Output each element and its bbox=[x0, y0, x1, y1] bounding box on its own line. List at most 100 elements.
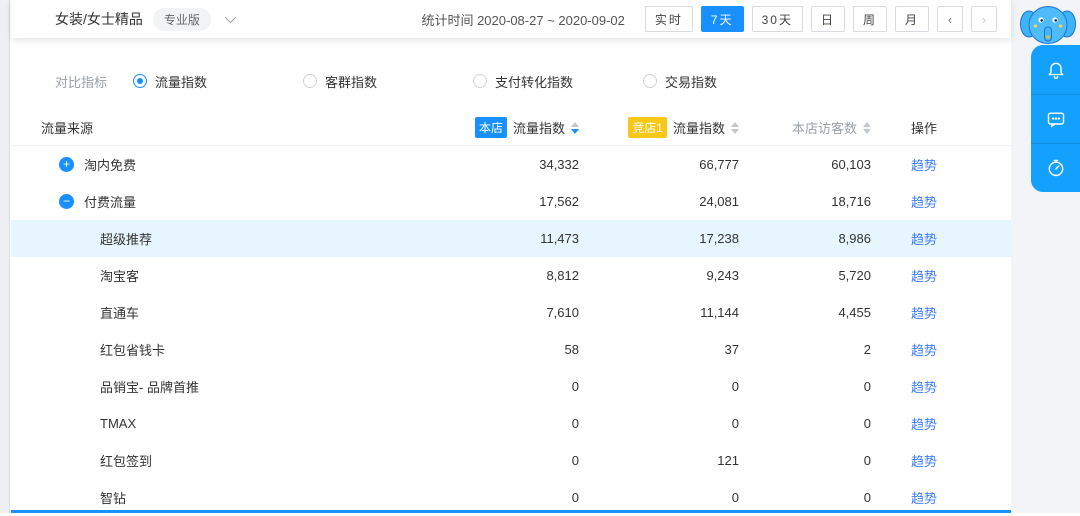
notification-bell-button[interactable] bbox=[1031, 45, 1080, 94]
column-action: 操作 bbox=[871, 118, 1011, 137]
trend-link[interactable]: 趋势 bbox=[911, 195, 937, 210]
page-left-gutter bbox=[0, 0, 10, 513]
source-name-cell: 淘内免费 bbox=[11, 155, 459, 174]
table-row: 付费流量 17,562 24,081 18,716 趋势 bbox=[11, 183, 1011, 220]
trend-link[interactable]: 趋势 bbox=[911, 269, 937, 284]
traffic-compare-panel: 对比指标 流量指数 客群指数 支付转化指数 交易指数 流量来源 bbox=[11, 38, 1011, 513]
source-name-cell: 直通车 bbox=[11, 303, 459, 322]
table-row: 淘内免费 34,332 66,777 60,103 趋势 bbox=[11, 146, 1011, 183]
metric-filter-row: 对比指标 流量指数 客群指数 支付转化指数 交易指数 bbox=[11, 52, 1011, 110]
visitors-value: 8,986 bbox=[739, 231, 871, 246]
table-row: 超级推荐 11,473 17,238 8,986 趋势 bbox=[11, 220, 1011, 257]
right-sidebar-area bbox=[1011, 0, 1080, 513]
category-title: 女装/女士精品 bbox=[55, 9, 143, 29]
metric-radio-option[interactable]: 流量指数 bbox=[133, 72, 245, 91]
action-cell: 趋势 bbox=[871, 229, 1011, 248]
prev-period-button[interactable]: ‹ bbox=[937, 6, 963, 32]
rival-index-value: 121 bbox=[579, 453, 739, 468]
source-name-cell: 智钻 bbox=[11, 488, 459, 507]
message-chat-button[interactable] bbox=[1031, 94, 1080, 143]
visitors-value: 18,716 bbox=[739, 194, 871, 209]
date-range-button[interactable]: 日 bbox=[811, 6, 845, 32]
bell-icon bbox=[1046, 60, 1066, 80]
own-index-value: 0 bbox=[459, 379, 579, 394]
source-name-cell: 品销宝- 品牌首推 bbox=[11, 377, 459, 396]
radio-icon bbox=[473, 74, 487, 88]
trend-link[interactable]: 趋势 bbox=[911, 454, 937, 469]
sort-icon[interactable] bbox=[863, 122, 871, 134]
date-range-switcher: 实时 7天 30天 日 周 月 ‹ › bbox=[645, 6, 997, 32]
trend-link[interactable]: 趋势 bbox=[911, 306, 937, 321]
own-index-label: 流量指数 bbox=[513, 118, 565, 137]
action-cell: 趋势 bbox=[871, 340, 1011, 359]
topbar: 女装/女士精品 专业版 统计时间 2020-08-27 ~ 2020-09-02… bbox=[11, 0, 1011, 38]
date-range-button[interactable]: 7天 bbox=[701, 6, 744, 32]
own-index-value: 0 bbox=[459, 490, 579, 505]
next-period-button[interactable]: › bbox=[971, 6, 997, 32]
radio-icon bbox=[303, 74, 317, 88]
stat-time-label: 统计时间 bbox=[421, 13, 473, 28]
action-cell: 趋势 bbox=[871, 155, 1011, 174]
source-name: 付费流量 bbox=[84, 192, 136, 211]
radio-label: 客群指数 bbox=[325, 72, 377, 91]
rival-index-value: 9,243 bbox=[579, 268, 739, 283]
rival-index-value: 11,144 bbox=[579, 305, 739, 320]
source-name-cell: 超级推荐 bbox=[11, 229, 459, 248]
table-row: 红包省钱卡 58 37 2 趋势 bbox=[11, 331, 1011, 368]
sort-icon[interactable] bbox=[731, 122, 739, 134]
source-name: 品销宝- 品牌首推 bbox=[100, 377, 199, 396]
metric-radio-option[interactable]: 客群指数 bbox=[303, 72, 415, 91]
stat-time: 统计时间 2020-08-27 ~ 2020-09-02 bbox=[421, 10, 624, 29]
metric-radio-option[interactable]: 支付转化指数 bbox=[473, 72, 585, 91]
table-row: TMAX 0 0 0 趋势 bbox=[11, 405, 1011, 442]
action-cell: 趋势 bbox=[871, 377, 1011, 396]
trend-link[interactable]: 趋势 bbox=[911, 343, 937, 358]
chevron-down-icon[interactable] bbox=[225, 12, 236, 23]
table-row: 直通车 7,610 11,144 4,455 趋势 bbox=[11, 294, 1011, 331]
action-cell: 趋势 bbox=[871, 451, 1011, 470]
radio-label: 支付转化指数 bbox=[495, 72, 573, 91]
date-range-button[interactable]: 实时 bbox=[645, 6, 693, 32]
table-header-row: 流量来源 本店 流量指数 竞店1 流量指数 本店访客数 操作 bbox=[11, 110, 1011, 146]
expand-toggle-icon[interactable] bbox=[59, 194, 74, 209]
table-row: 淘宝客 8,812 9,243 5,720 趋势 bbox=[11, 257, 1011, 294]
rival-index-value: 0 bbox=[579, 416, 739, 431]
trend-link[interactable]: 趋势 bbox=[911, 380, 937, 395]
source-name-cell: TMAX bbox=[11, 416, 459, 431]
column-visitors: 本店访客数 bbox=[739, 118, 871, 137]
date-range-button[interactable]: 周 bbox=[853, 6, 887, 32]
visitors-value: 0 bbox=[739, 379, 871, 394]
own-index-value: 7,610 bbox=[459, 305, 579, 320]
expand-toggle-icon[interactable] bbox=[59, 157, 74, 172]
trend-link[interactable]: 趋势 bbox=[911, 232, 937, 247]
sort-icon[interactable] bbox=[571, 122, 579, 134]
date-range-button[interactable]: 月 bbox=[895, 6, 929, 32]
visitors-value: 0 bbox=[739, 416, 871, 431]
metric-radio-option[interactable]: 交易指数 bbox=[643, 72, 755, 91]
source-name: TMAX bbox=[100, 416, 136, 431]
mascot-elephant-icon[interactable] bbox=[1020, 1, 1076, 47]
visitors-value: 5,720 bbox=[739, 268, 871, 283]
rival-index-value: 37 bbox=[579, 342, 739, 357]
floating-toolbar bbox=[1031, 45, 1080, 192]
rival-index-label: 流量指数 bbox=[673, 118, 725, 137]
date-range-button[interactable]: 30天 bbox=[752, 6, 803, 32]
column-own-index: 本店 流量指数 bbox=[459, 117, 579, 138]
own-index-value: 11,473 bbox=[459, 231, 579, 246]
radio-icon bbox=[643, 74, 657, 88]
own-index-value: 0 bbox=[459, 416, 579, 431]
metric-filter-label: 对比指标 bbox=[55, 72, 107, 91]
rival-index-value: 0 bbox=[579, 379, 739, 394]
trend-link[interactable]: 趋势 bbox=[911, 158, 937, 173]
table-row: 品销宝- 品牌首推 0 0 0 趋势 bbox=[11, 368, 1011, 405]
source-name: 智钻 bbox=[100, 488, 126, 507]
source-name-cell: 淘宝客 bbox=[11, 266, 459, 285]
trend-link[interactable]: 趋势 bbox=[911, 491, 937, 506]
history-timer-button[interactable] bbox=[1031, 143, 1080, 192]
source-name-cell: 红包省钱卡 bbox=[11, 340, 459, 359]
source-name-cell: 红包签到 bbox=[11, 451, 459, 470]
trend-link[interactable]: 趋势 bbox=[911, 417, 937, 432]
own-index-value: 8,812 bbox=[459, 268, 579, 283]
column-source: 流量来源 bbox=[11, 118, 459, 137]
source-name: 淘内免费 bbox=[84, 155, 136, 174]
